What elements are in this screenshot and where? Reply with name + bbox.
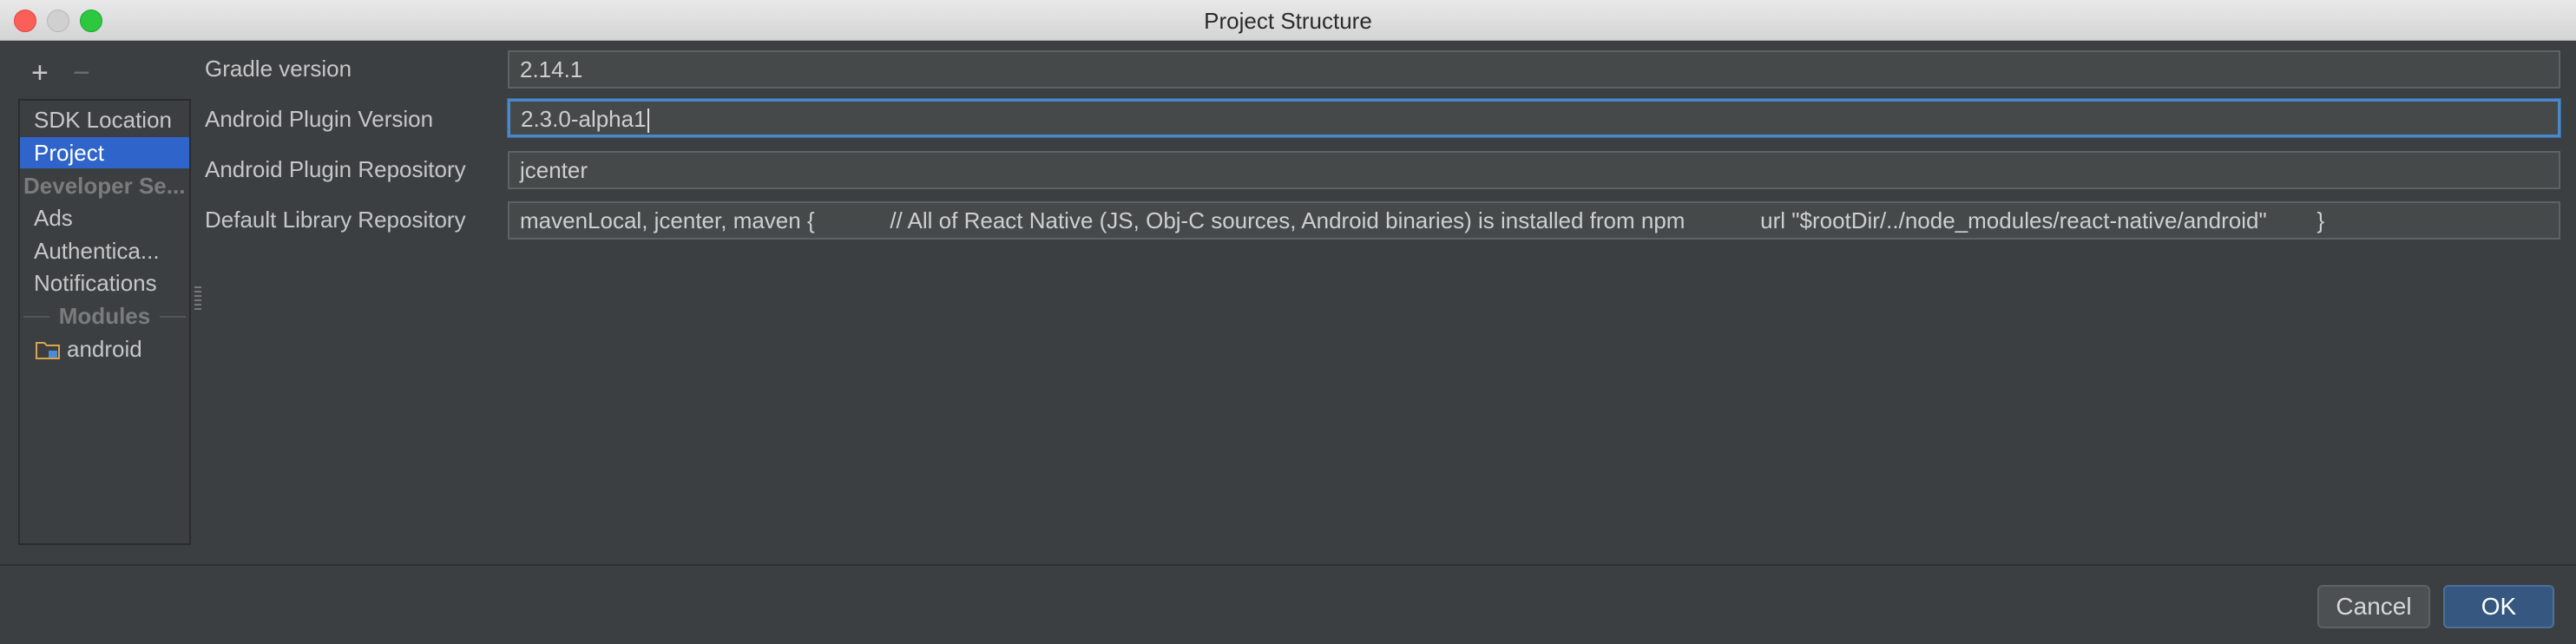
plugin-version-field[interactable]: 2.3.0-alpha1 xyxy=(508,99,2560,137)
sidebar-item-notifications[interactable]: Notifications xyxy=(20,267,189,299)
sidebar-item-project[interactable]: Project xyxy=(20,137,189,168)
remove-icon[interactable]: − xyxy=(73,56,90,90)
text-caret xyxy=(647,108,649,134)
sidebar-item-authentication[interactable]: Authentica... xyxy=(20,235,189,266)
ok-button[interactable]: OK xyxy=(2443,585,2554,628)
section-divider xyxy=(160,316,186,318)
sidebar-section-developer: Developer Se... xyxy=(23,173,186,199)
section-divider xyxy=(23,316,49,318)
gradle-version-field[interactable]: 2.14.1 xyxy=(508,50,2560,89)
sidebar-section-modules-label: Modules xyxy=(58,303,151,329)
plugin-version-value: 2.3.0-alpha1 xyxy=(521,106,647,132)
sidebar-item-ads[interactable]: Ads xyxy=(20,202,189,233)
cancel-button[interactable]: Cancel xyxy=(2317,585,2430,628)
plugin-repository-label: Android Plugin Repository xyxy=(205,156,466,182)
plugin-repository-field[interactable]: jcenter xyxy=(508,151,2560,189)
window-title: Project Structure xyxy=(1204,8,1372,34)
sidebar-item-android[interactable]: android xyxy=(20,333,189,365)
module-folder-icon xyxy=(36,342,60,359)
title-bar: Project Structure xyxy=(0,0,2576,41)
sidebar-item-android-label: android xyxy=(67,336,142,362)
sidebar-section-modules: Modules xyxy=(20,300,189,332)
gradle-version-label: Gradle version xyxy=(205,56,352,82)
plugin-version-label: Android Plugin Version xyxy=(205,106,434,132)
library-repository-label: Default Library Repository xyxy=(205,207,466,233)
splitter-handle[interactable] xyxy=(194,286,201,312)
add-icon[interactable]: + xyxy=(31,56,49,90)
sidebar: SDK Location Project Developer Se... Ads… xyxy=(18,99,191,545)
library-repository-field[interactable]: mavenLocal, jcenter, maven { // All of R… xyxy=(508,201,2560,240)
footer-divider xyxy=(0,564,2576,566)
sidebar-item-sdk-location[interactable]: SDK Location xyxy=(20,104,189,135)
